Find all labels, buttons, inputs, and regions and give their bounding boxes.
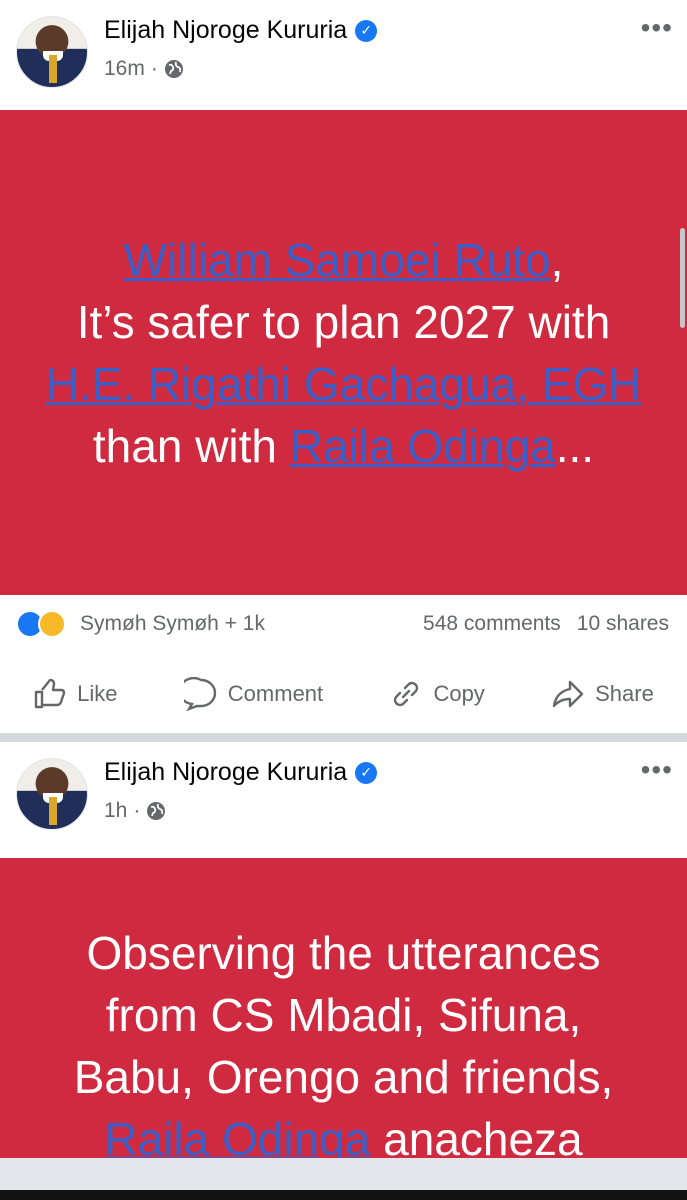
reaction-icons[interactable]	[16, 610, 78, 638]
comments-count[interactable]: 548 comments	[423, 612, 561, 636]
author-name[interactable]: Elijah Njoroge Kururia	[104, 16, 347, 45]
mention-link[interactable]: H.E. Rigathi Gachagua, EGH	[46, 358, 642, 410]
more-options-icon[interactable]: •••	[641, 756, 673, 784]
comment-button[interactable]: Comment	[183, 677, 324, 711]
gesture-strip	[0, 1190, 687, 1200]
more-options-icon[interactable]: •••	[641, 14, 673, 42]
thumbs-up-icon	[34, 678, 66, 709]
haha-reaction-icon	[38, 610, 66, 638]
comment-label: Comment	[227, 681, 324, 706]
post-card: Elijah Njoroge Kururia ✓ 1h · ••• Observ…	[0, 742, 687, 1200]
post-time[interactable]: 16m	[104, 57, 145, 81]
share-button[interactable]: Share	[551, 677, 654, 711]
like-button[interactable]: Like	[33, 677, 118, 711]
post-text-banner: Observing the utterances from CS Mbadi, …	[0, 858, 687, 1200]
like-label: Like	[77, 681, 118, 706]
globe-icon	[147, 802, 166, 820]
verified-badge-icon: ✓	[355, 19, 378, 42]
shares-count[interactable]: 10 shares	[577, 612, 669, 636]
post-header: Elijah Njoroge Kururia ✓ 1h · •••	[0, 742, 687, 852]
post-text-banner: William Samoei Ruto, It’s safer to plan 2…	[0, 110, 687, 595]
avatar[interactable]	[16, 16, 88, 88]
meta-separator: ·	[133, 799, 141, 822]
post-divider	[0, 733, 687, 742]
globe-icon	[164, 60, 183, 78]
system-navigation-bar	[0, 1158, 687, 1200]
author-name[interactable]: Elijah Njoroge Kururia	[104, 758, 347, 787]
mention-link[interactable]: Raila Odinga	[290, 420, 556, 472]
avatar[interactable]	[16, 758, 88, 830]
copy-button[interactable]: Copy	[389, 677, 485, 711]
share-arrow-icon	[552, 680, 584, 708]
post-header: Elijah Njoroge Kururia ✓ 16m · •••	[0, 0, 687, 110]
post-time[interactable]: 1h	[104, 799, 127, 823]
post-card: Elijah Njoroge Kururia ✓ 16m · ••• Willi…	[0, 0, 687, 733]
scrollbar[interactable]	[680, 228, 685, 328]
post-text: William Samoei Ruto, It’s safer to plan 2…	[45, 233, 642, 472]
reactions-summary: Symøh Symøh + 1k 548 comments 10 shares	[0, 604, 687, 644]
action-bar: Like Comment Copy Share	[0, 665, 687, 723]
meta-separator: ·	[150, 57, 158, 80]
post-text: Observing the utterances from CS Mbadi, …	[73, 927, 614, 1165]
verified-badge-icon: ✓	[355, 761, 378, 784]
reactors-text[interactable]: Symøh Symøh + 1k	[80, 612, 265, 636]
mention-link[interactable]: William Samoei Ruto	[124, 234, 551, 286]
share-label: Share	[595, 681, 654, 706]
comment-bubble-icon	[183, 677, 216, 711]
link-icon	[394, 681, 419, 707]
copy-label: Copy	[433, 681, 485, 706]
